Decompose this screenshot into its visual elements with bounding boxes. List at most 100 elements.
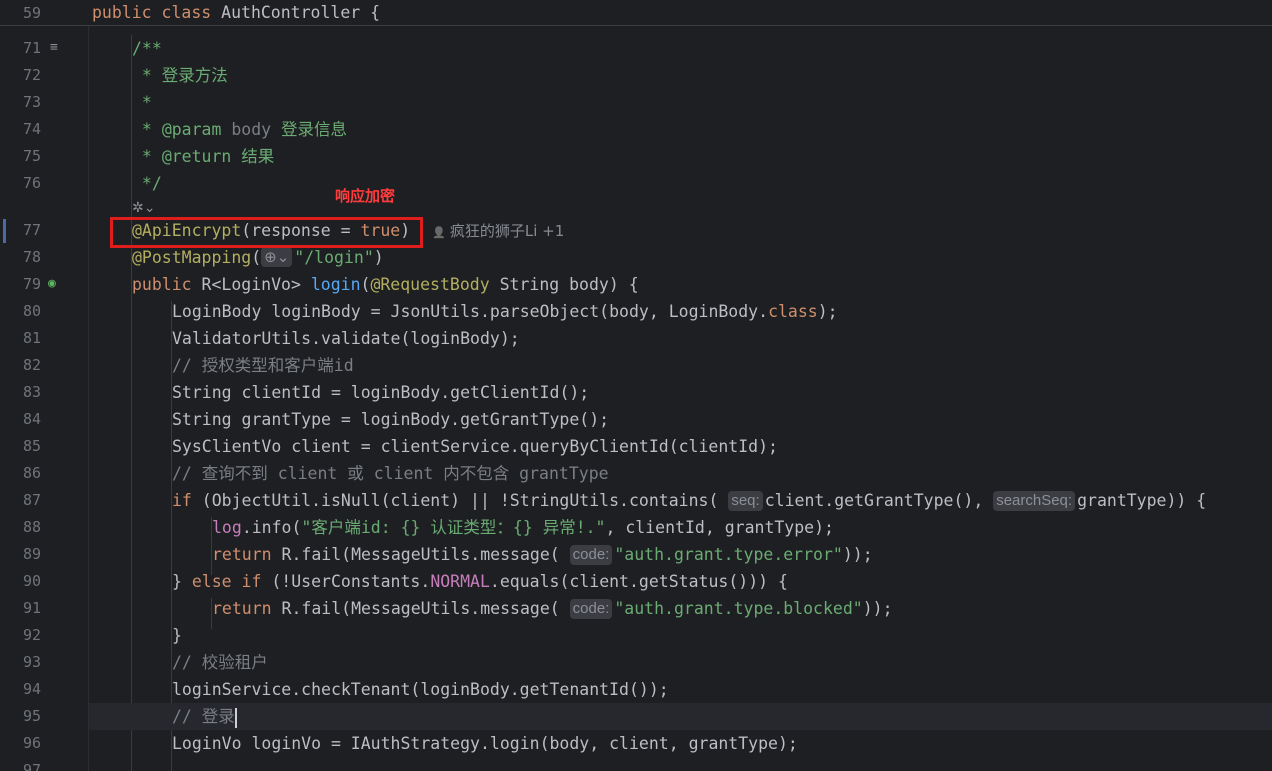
code-token: "客户端id: {} 认证类型：{} 异常!."	[301, 518, 606, 537]
code-line[interactable]: // 登录	[172, 703, 1272, 730]
code-token: @RequestBody	[370, 275, 490, 294]
line-number[interactable]: 88	[0, 514, 41, 541]
code-token: body	[221, 120, 282, 139]
line-number[interactable]: 79	[0, 271, 41, 298]
code-line[interactable]: // 查询不到 client 或 client 内不包含 grantType	[172, 460, 1272, 487]
code-line[interactable]: return R.fail(MessageUtils.message( code…	[212, 541, 1272, 568]
parameter-hint: code:	[569, 545, 613, 565]
line-number[interactable]: 86	[0, 460, 41, 487]
doc-render-icon[interactable]: ≡	[50, 40, 58, 55]
code-line[interactable]: }	[172, 622, 1272, 649]
code-line[interactable]: log.info("客户端id: {} 认证类型：{} 异常!.", clien…	[212, 514, 1272, 541]
code-line[interactable]: * @param body 登录信息	[132, 116, 1272, 143]
code-token: )	[373, 248, 384, 267]
code-token: *	[132, 93, 152, 112]
code-token: LoginBody loginBody = JsonUtils.	[172, 302, 490, 321]
code-token: {	[360, 3, 381, 22]
code-token: (	[549, 545, 570, 564]
code-line[interactable]: String grantType = loginBody.getGrantTyp…	[172, 406, 1272, 433]
line-number[interactable]: 81	[0, 325, 41, 352]
code-line[interactable]: SysClientVo client = clientService.query…	[172, 433, 1272, 460]
code-token: return	[212, 545, 282, 564]
code-token: // 授权类型和客户端id	[172, 356, 354, 375]
code-token: (!UserConstants.	[261, 572, 431, 591]
code-token: , clientId, grantType);	[605, 518, 834, 537]
line-number-gutter: 71 72 73 74 75 76 77 78 79 80 81 82 83 84 85 86 87 88 89 90…	[0, 0, 88, 771]
code-editor[interactable]: /** * 登录方法 * * @param body 登录信息 * @retur…	[89, 0, 1272, 771]
author-inlay[interactable]: 👤 疯狂的狮子Li +1	[432, 222, 564, 240]
line-number[interactable]: 89	[0, 541, 41, 568]
line-number[interactable]: 73	[0, 89, 41, 116]
code-line[interactable]: // 授权类型和客户端id	[172, 352, 1272, 379]
line-number[interactable]: 82	[0, 352, 41, 379]
line-number[interactable]: 78	[0, 244, 41, 271]
line-number[interactable]: 83	[0, 379, 41, 406]
sticky-class-header[interactable]: 59 public class AuthController {	[0, 0, 1272, 26]
code-token: loginService.checkTenant(loginBody.getTe…	[172, 680, 669, 699]
url-mapping-icon: ⊕⌄	[261, 247, 293, 267]
parameter-hint: code:	[569, 599, 613, 619]
code-token: *	[132, 147, 162, 166]
code-line[interactable]	[172, 757, 1272, 771]
code-token: * 登录方法	[132, 66, 228, 85]
code-line[interactable]: * 登录方法	[132, 62, 1272, 89]
code-line[interactable]: // 校验租户	[172, 649, 1272, 676]
code-token: login	[489, 734, 540, 753]
line-number[interactable]: 87	[0, 487, 41, 514]
line-number[interactable]: 80	[0, 298, 41, 325]
code-line[interactable]: if (ObjectUtil.isNull(client) || !String…	[172, 487, 1272, 514]
line-number[interactable]: 76	[0, 170, 41, 197]
code-token: else if	[191, 572, 262, 591]
code-token: message	[480, 599, 550, 618]
code-token: contains	[628, 491, 709, 510]
line-number[interactable]: 74	[0, 116, 41, 143]
code-token: return	[212, 599, 282, 618]
code-token: validate	[321, 329, 401, 348]
line-number[interactable]: 71	[0, 35, 41, 62]
code-line[interactable]: } else if (!UserConstants.NORMAL.equals(…	[172, 568, 1272, 595]
code-token: 结果	[231, 147, 275, 166]
code-line[interactable]: String clientId = loginBody.getClientId(…	[172, 379, 1272, 406]
code-line[interactable]: ValidatorUtils.validate(loginBody);	[172, 325, 1272, 352]
code-token: */	[132, 174, 162, 193]
code-line[interactable]: public R<LoginVo> login(@RequestBody Str…	[132, 271, 1272, 298]
endpoint-globe-icon[interactable]: ◉	[48, 276, 56, 291]
code-line[interactable]: return R.fail(MessageUtils.message( code…	[212, 595, 1272, 622]
line-number[interactable]: 93	[0, 649, 41, 676]
line-number[interactable]: 91	[0, 595, 41, 622]
person-icon: 👤	[432, 226, 446, 239]
text-caret	[234, 707, 237, 728]
code-line[interactable]: loginService.checkTenant(loginBody.getTe…	[172, 676, 1272, 703]
code-token: // 登录	[172, 707, 235, 726]
line-number[interactable]: 84	[0, 406, 41, 433]
line-number[interactable]: 96	[0, 730, 41, 757]
line-number[interactable]: 94	[0, 676, 41, 703]
line-number[interactable]: 97	[0, 757, 41, 771]
line-number[interactable]: 92	[0, 622, 41, 649]
code-line[interactable]: LoginBody loginBody = JsonUtils.parseObj…	[172, 298, 1272, 325]
line-number[interactable]: 85	[0, 433, 41, 460]
code-token: (loginBody);	[400, 329, 520, 348]
line-number[interactable]: 77	[0, 217, 41, 244]
code-token: (client) || !StringUtils.	[380, 491, 629, 510]
code-line[interactable]: */	[132, 170, 1272, 197]
ai-assistant-icon[interactable]: ✲⌄	[132, 200, 155, 216]
line-number[interactable]: 90	[0, 568, 41, 595]
parameter-hint: seq:	[728, 491, 763, 511]
code-token: "auth.grant.type.error"	[614, 545, 843, 564]
code-token: ));	[862, 599, 893, 618]
line-number[interactable]: 75	[0, 143, 41, 170]
code-token: 登录信息	[281, 120, 348, 139]
code-token: log	[212, 518, 242, 537]
code-token: );	[817, 302, 838, 321]
code-line[interactable]: ✲⌄	[132, 197, 1272, 217]
line-number[interactable]: 95	[0, 703, 41, 730]
code-line[interactable]: * @return 结果	[132, 143, 1272, 170]
line-number[interactable]: 72	[0, 62, 41, 89]
code-line[interactable]: *	[132, 89, 1272, 116]
code-line[interactable]: /**	[132, 35, 1272, 62]
code-line[interactable]: @PostMapping(⊕⌄ "/login")	[132, 244, 1272, 271]
code-line[interactable]: LoginVo loginVo = IAuthStrategy.login(bo…	[172, 730, 1272, 757]
code-token: parseObject	[489, 302, 600, 321]
code-token: *	[132, 120, 162, 139]
